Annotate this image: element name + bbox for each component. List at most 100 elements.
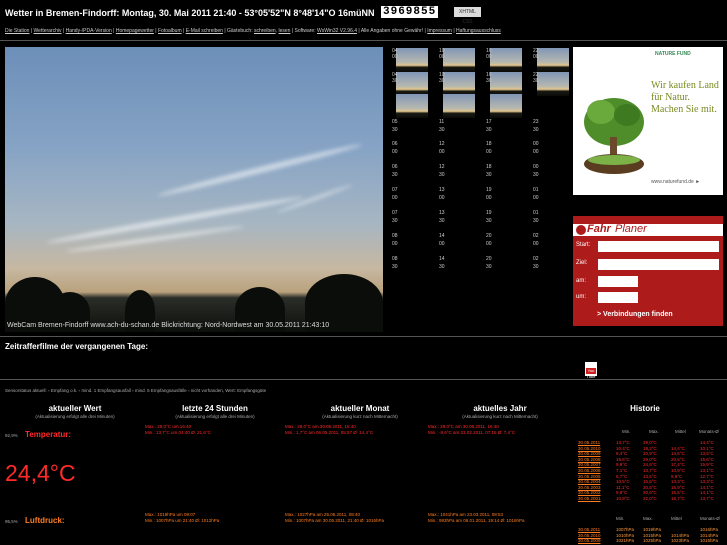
find-connections-button[interactable]: > Verbindungen finden [597, 311, 673, 318]
fahrplaner-widget: Fahr Planer Start: Ziel: am: um: > Verbi… [573, 216, 723, 326]
thumb-label: 30 [392, 218, 398, 224]
thumb-label: 30 [439, 127, 445, 133]
webcam-image[interactable] [5, 47, 383, 332]
thumb-label: 30 [486, 172, 492, 178]
thumb-label: 00 [486, 241, 492, 247]
thumb-label: 30 [486, 264, 492, 270]
fahrplaner-title-b: Planer [615, 223, 647, 235]
youtube-icon[interactable]: You Tube [585, 362, 597, 379]
history-pressure-header: Mittel [671, 516, 682, 521]
start-input[interactable] [598, 241, 719, 252]
col-sub-current: (Aktualisierung erfolgt alle drei Minute… [35, 414, 115, 419]
fahrplaner-header: Fahr Planer [573, 223, 723, 236]
divider [0, 336, 727, 337]
ad-headline: Wir kaufen Land für Natur. Machen Sie mi… [651, 80, 719, 115]
thumb-label: 30 [439, 218, 445, 224]
col-sub-month: (Aktualisierung kurz nach Mitternacht) [322, 414, 398, 419]
thumb-label: 00 [486, 149, 492, 155]
date-label: am: [576, 278, 587, 284]
thumb-label: 07 [392, 187, 398, 193]
thumb-label: 08 [392, 256, 398, 262]
thumb-label: 02 [533, 233, 539, 239]
thumb-label: 30 [392, 172, 398, 178]
history-pressure-header: Max. [643, 516, 653, 521]
nav-link-station[interactable]: Die Station [5, 28, 29, 34]
ziel-input[interactable] [598, 259, 719, 270]
thumb-label: 30 [486, 127, 492, 133]
thumb-0500[interactable] [396, 94, 428, 118]
thumb-label: 30 [439, 172, 445, 178]
thumb-label: 19 [486, 210, 492, 216]
nav-link-homepage-weather[interactable]: Homepagewetter [116, 28, 154, 34]
thumb-label: 13 [439, 210, 445, 216]
nav-link-email[interactable]: E-Mail schreiben [186, 28, 223, 34]
history-cell: 22,0°C [643, 496, 657, 501]
thumb-label: 13 [439, 187, 445, 193]
nav-link-mobile[interactable]: Handy-/PDA-Version [66, 28, 112, 34]
validator-badge[interactable]: XHTML CSS [454, 7, 481, 25]
history-cell: 16,7°C [671, 496, 685, 501]
timelapse-heading: Zeitrafferfilme der vergangenen Tage: [5, 342, 148, 351]
ziel-label: Ziel: [576, 260, 588, 266]
col-header-24h: letzte 24 Stunden [182, 404, 248, 413]
thumb-label: 18 [486, 164, 492, 170]
thumb-label: 00 [533, 149, 539, 155]
haftung-link[interactable]: Haftungsausschluss [456, 28, 501, 34]
thumb-label: 11 [439, 119, 445, 125]
thumb-label: 30 [533, 78, 539, 84]
guestbook-write-link[interactable]: schreiben [254, 28, 276, 34]
thumb-label: 05 [392, 119, 398, 125]
thumb-label: 01 [533, 187, 539, 193]
col-header-month: aktueller Monat [330, 404, 390, 413]
thumb-label: 30 [533, 218, 539, 224]
thumb-1100[interactable] [443, 94, 475, 118]
col-header-year: aktuelles Jahr [473, 404, 527, 413]
disclaimer-text: Alle Angaben ohne Gewähr! [360, 28, 424, 34]
thumb-label: 18 [486, 141, 492, 147]
thumb-0430[interactable] [396, 72, 428, 96]
divider [0, 40, 727, 41]
thumb-2200[interactable] [537, 48, 569, 72]
pressure-year-min: Min.: 993hPa am 06.01.2011, 19:14 Ø: 101… [428, 518, 525, 523]
divider [0, 379, 727, 380]
thumb-1630[interactable] [490, 72, 522, 96]
time-input[interactable] [598, 292, 638, 303]
thumb-0400[interactable] [396, 48, 428, 72]
history-cell: 13,7°C [700, 496, 714, 501]
temp-sensor-status: 92,9% [5, 433, 18, 438]
thumb-label: 06 [392, 164, 398, 170]
thumb-label: 00 [439, 241, 445, 247]
thumb-label: 01 [533, 210, 539, 216]
thumb-1700[interactable] [490, 94, 522, 118]
impressum-link[interactable]: Impressum [427, 28, 452, 34]
thumb-label: 00 [486, 54, 492, 60]
thumb-2230[interactable] [537, 72, 569, 96]
col-sub-24h: (Aktualisierung erfolgt alle drei Minute… [175, 414, 255, 419]
guestbook-read-link[interactable]: lesen [278, 28, 290, 34]
history-date-link[interactable]: 30.05.2009 [578, 538, 601, 544]
thumb-label: 00 [533, 54, 539, 60]
guestbook-label: Gästebuch: [227, 28, 253, 34]
thumb-label: 00 [392, 241, 398, 247]
naturefund-ad[interactable]: NATURE FUND Wir kaufen Land für Natur. M… [573, 47, 723, 195]
history-header: Min. [622, 429, 631, 434]
history-cell: 1015hPa [700, 538, 719, 544]
software-link[interactable]: WsWin32 V2.96.4 [317, 28, 357, 34]
date-input[interactable] [598, 276, 638, 287]
thumb-label: 30 [392, 127, 398, 133]
history-date-link[interactable]: 30.05.2001 [578, 496, 601, 502]
nav-link-photo-album[interactable]: Fotoalbum [158, 28, 182, 34]
thumb-label: 00 [486, 195, 492, 201]
thumb-label: 30 [533, 172, 539, 178]
thumb-1000[interactable] [443, 48, 475, 72]
temp-year-min: Min.: -8,6°C am 23.02.2011, 07:16 Ø: 7,4… [428, 430, 516, 435]
nav-link-archive[interactable]: Wetterarchiv [34, 28, 62, 34]
thumb-label: 23 [533, 119, 539, 125]
thumb-label: 00 [439, 195, 445, 201]
thumb-1600[interactable] [490, 48, 522, 72]
thumb-label: 30 [486, 78, 492, 84]
thumb-1030[interactable] [443, 72, 475, 96]
bonsai-plant-icon [584, 98, 644, 174]
pressure-sensor-status: 95,5% [5, 519, 18, 524]
thumb-label: 02 [533, 256, 539, 262]
